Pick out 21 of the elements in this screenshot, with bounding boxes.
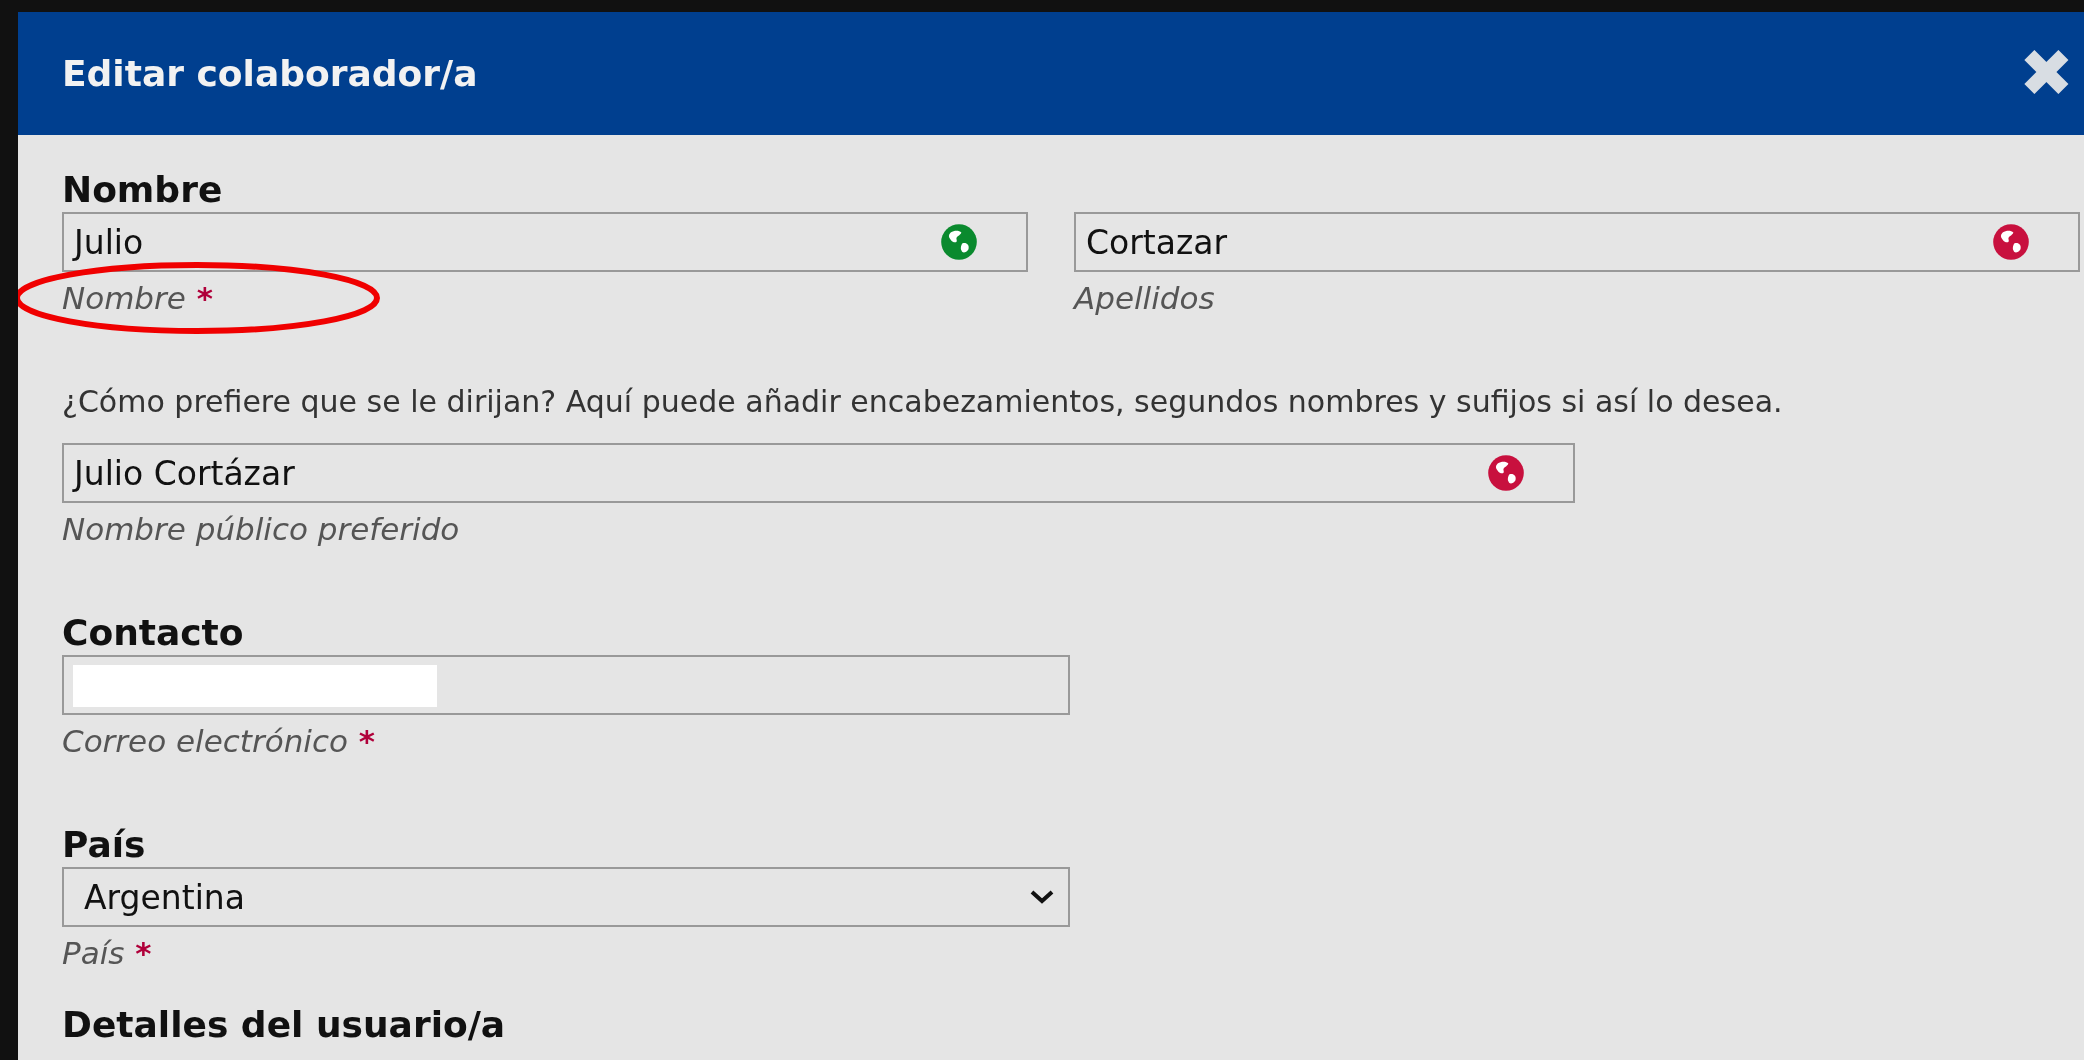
- field-hint: Apellidos: [1074, 280, 1215, 316]
- input-field[interactable]: Julio Cortázar: [62, 443, 1575, 503]
- field-hint: Nombre *: [62, 280, 213, 316]
- globe-icon[interactable]: [1487, 454, 1525, 492]
- field-hint: País *: [62, 935, 152, 971]
- chevron-down-icon: [1030, 890, 1054, 904]
- section-heading: País: [62, 823, 147, 867]
- section-heading: Nombre: [62, 168, 224, 212]
- country-select[interactable]: Argentina: [62, 867, 1070, 927]
- help-text: ¿Cómo prefiere que se le dirijan? Aquí puede añadir encabezamientos, segundos nombres y sufijos si así lo desea.: [62, 383, 1784, 421]
- input-field[interactable]: Cortazar: [1074, 212, 2080, 272]
- section-heading: Detalles del usuario/a: [62, 1003, 507, 1047]
- globe-icon[interactable]: [940, 223, 978, 261]
- field-hint: Nombre público preferido: [62, 511, 460, 547]
- field-hint: Correo electrónico *: [62, 723, 375, 759]
- input-field[interactable]: Julio: [62, 212, 1028, 272]
- dialog-title: Editar colaborador/a: [62, 53, 478, 94]
- close-button[interactable]: ✖: [2018, 40, 2074, 107]
- globe-icon[interactable]: [1992, 223, 2030, 261]
- section-heading: Contacto: [62, 611, 245, 655]
- input-field[interactable]: [62, 655, 1070, 715]
